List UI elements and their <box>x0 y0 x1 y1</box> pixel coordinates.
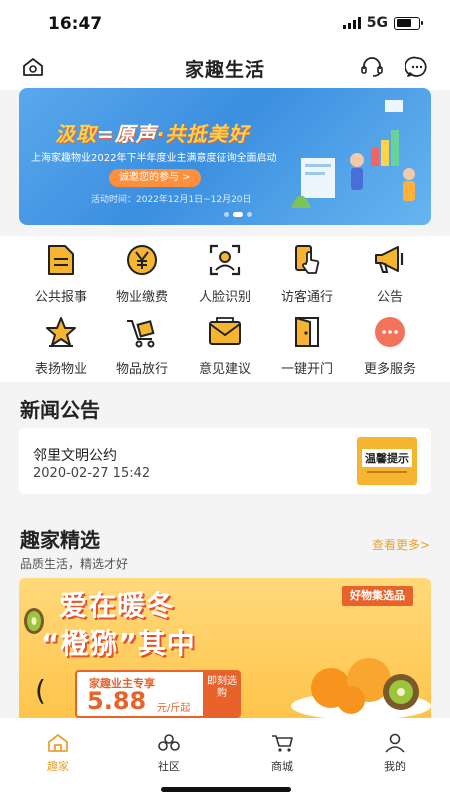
shop-cart-icon <box>242 732 322 754</box>
cart-icon <box>124 314 160 350</box>
promo-price: 5.88 <box>87 687 147 715</box>
banner-date: 活动时间：2022年12月1日~12月20日 <box>91 195 252 205</box>
service-item-release[interactable]: 物品放行 <box>97 314 187 377</box>
service-open-door[interactable]: 一键开门 <box>262 314 352 377</box>
buy-now-button[interactable]: 即刻选购 <box>203 670 241 718</box>
promo-tag: 好物集选品 <box>342 586 413 606</box>
tab-home[interactable]: 趣家 <box>18 732 98 774</box>
star-icon <box>43 314 79 350</box>
home-tab-icon <box>18 732 98 754</box>
more-icon <box>372 314 408 350</box>
promo-subheadline: “橙猕”其中 <box>41 627 196 660</box>
headset-icon[interactable] <box>359 54 385 80</box>
banner-headline: 汲取=原声·共抵美好 <box>55 122 250 146</box>
network-label: 5G <box>366 15 388 31</box>
phone-tap-icon <box>289 242 325 278</box>
promo-banner[interactable]: 汲取=原声·共抵美好 上海家趣物业2022年下半年度业主满意度征询全面启动 诚邀… <box>19 88 431 225</box>
tab-community[interactable]: 社区 <box>129 732 209 774</box>
news-item[interactable]: 邻里文明公约 2020-02-27 15:42 温馨提示 <box>19 428 431 494</box>
document-icon <box>43 242 79 278</box>
featured-promo-card[interactable]: 爱在暖冬 “橙猕”其中 好物集选品 ( 家趣业主专享 5.88 元/斤起 即刻选… <box>19 578 431 718</box>
news-thumbnail: 温馨提示 <box>357 437 417 485</box>
status-bar: 16:47 5G <box>0 0 450 44</box>
promo-price-box: 家趣业主专享 5.88 元/斤起 <box>75 670 215 718</box>
banner-join-button[interactable]: 诚邀您的参与 > <box>109 169 201 187</box>
tab-shop[interactable]: 商城 <box>242 732 322 774</box>
status-indicators: 5G <box>342 15 423 31</box>
featured-subtitle: 品质生活，精选才好 <box>20 557 129 571</box>
service-grid: 公共报事 物业缴费 人脸识别 访客通行 公告 表扬物业 物品放行 意见建议 一键… <box>0 236 450 382</box>
banner-subtitle: 上海家趣物业2022年下半年度业主满意度征询全面启动 <box>31 153 277 164</box>
service-more[interactable]: 更多服务 <box>345 314 435 377</box>
tab-mine[interactable]: 我的 <box>355 732 435 774</box>
fruit-illustration <box>291 658 431 718</box>
signal-icon <box>342 17 361 29</box>
featured-section-title: 趣家精选 <box>20 528 100 552</box>
news-time: 2020-02-27 15:42 <box>33 466 151 481</box>
news-section-title: 新闻公告 <box>20 398 100 422</box>
envelope-icon <box>207 314 243 350</box>
user-icon <box>355 732 435 754</box>
nav-bar: 家趣生活 <box>0 44 450 90</box>
battery-icon <box>394 16 423 30</box>
service-feedback[interactable]: 意见建议 <box>180 314 270 377</box>
service-announcement[interactable]: 公告 <box>345 242 435 305</box>
service-praise[interactable]: 表扬物业 <box>16 314 106 377</box>
chat-icon[interactable] <box>404 54 430 80</box>
service-face-recognition[interactable]: 人脸识别 <box>180 242 270 305</box>
megaphone-icon <box>372 242 408 278</box>
banner-pagination[interactable] <box>224 212 252 217</box>
service-property-fee[interactable]: 物业缴费 <box>97 242 187 305</box>
status-time: 16:47 <box>48 14 103 34</box>
news-title: 邻里文明公约 <box>33 448 117 464</box>
promo-paren: ( <box>35 674 46 707</box>
tab-bar: 趣家 社区 商城 我的 <box>0 718 450 800</box>
service-visitor-pass[interactable]: 访客通行 <box>262 242 352 305</box>
face-scan-icon <box>207 242 243 278</box>
community-icon <box>129 732 209 754</box>
promo-headline: 爱在暖冬 <box>59 589 176 622</box>
kiwi-icon <box>24 608 44 634</box>
service-public-report[interactable]: 公共报事 <box>16 242 106 305</box>
yen-coin-icon <box>124 242 160 278</box>
view-more-link[interactable]: 查看更多> <box>372 536 430 553</box>
banner-illustration <box>291 100 415 208</box>
home-indicator <box>161 787 291 792</box>
door-icon <box>289 314 325 350</box>
